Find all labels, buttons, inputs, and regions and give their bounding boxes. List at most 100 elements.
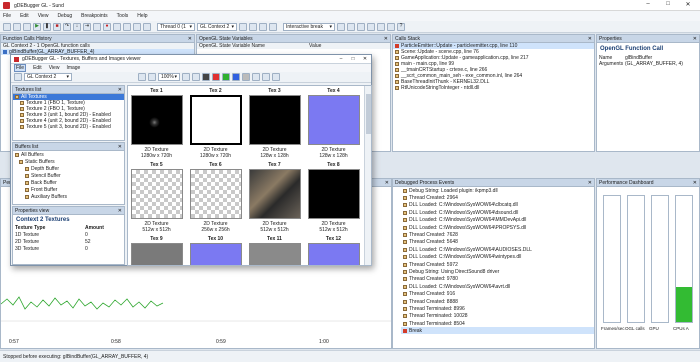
disable-icon[interactable] (357, 22, 365, 31)
textures-icon[interactable] (113, 22, 121, 31)
list-item[interactable]: DLL Loaded: C:\Windows\SysWOW64\wintypes… (401, 254, 594, 261)
texture-thumbnail[interactable]: Tex 9 (128, 236, 185, 265)
textures-toggle-icon[interactable] (387, 22, 395, 31)
fit-icon[interactable] (192, 73, 200, 81)
close-icon[interactable]: ✕ (385, 180, 389, 186)
close-button[interactable]: ✕ (680, 1, 696, 10)
list-item[interactable]: Thread Created: 8888 (401, 298, 594, 305)
grid-icon[interactable] (249, 22, 257, 31)
list-item[interactable]: DLL Loaded: C:\Windows\SysWOW64\PROPSYS.… (401, 224, 594, 231)
save-icon[interactable] (23, 22, 31, 31)
tree-item[interactable]: Front Buffer (13, 186, 124, 193)
help-icon[interactable]: ? (397, 22, 405, 31)
export-icon[interactable] (272, 73, 280, 81)
list-item[interactable]: DLL Loaded: C:\Windows\SysWOW64\MMDevApi… (401, 217, 594, 224)
play-icon[interactable]: ▶ (33, 22, 41, 31)
menu-debug[interactable]: Debug (57, 13, 72, 19)
list-item[interactable]: Thread Created: 916 (401, 290, 594, 297)
texture-thumbnail[interactable]: Tex 10 (187, 236, 244, 265)
close-icon[interactable]: ✕ (588, 180, 592, 186)
tree-item[interactable]: Auxiliary Buffers (13, 193, 124, 200)
vertical-scrollbar[interactable] (364, 86, 371, 265)
break-mode-select[interactable]: Interactive break ▾ (283, 22, 335, 31)
menu-view[interactable]: View (38, 13, 49, 19)
close-icon[interactable]: ✕ (693, 180, 697, 186)
list-item[interactable]: DLL Loaded: C:\Windows\SysWOW64\dsound.d… (401, 209, 594, 216)
close-icon[interactable]: ✕ (693, 36, 697, 42)
list-item[interactable]: Thread Terminated: 8504 (401, 320, 594, 327)
step-draw-icon[interactable]: ↓ (73, 22, 81, 31)
list-item[interactable]: Thread Created: 2964 (401, 194, 594, 201)
channel-red-icon[interactable] (212, 73, 220, 81)
close-icon[interactable]: ✕ (118, 144, 122, 150)
viewer-context-icon[interactable] (14, 73, 22, 81)
channel-green-icon[interactable] (222, 73, 230, 81)
lights-icon[interactable] (367, 22, 375, 31)
list-item[interactable]: Debug String: Loaded plugin: ikpmp3.dll (401, 187, 594, 194)
list-item[interactable]: Thread Terminated: 10028 (401, 313, 594, 320)
tree-item[interactable]: Texture 5 (unit 3, bound 2D) - Enabled (13, 124, 124, 130)
perf-icon[interactable] (269, 22, 277, 31)
statistics-icon[interactable] (143, 22, 151, 31)
list-item[interactable]: RtlUnicodeStringToInteger - ntdll.dll (393, 85, 594, 91)
raster-icon[interactable] (259, 22, 267, 31)
close-icon[interactable]: ✕ (588, 36, 592, 42)
menu-edit[interactable]: Edit (20, 13, 29, 19)
viewer-menu-view[interactable]: View (49, 65, 60, 71)
new-project-icon[interactable] (3, 22, 11, 31)
list-item[interactable]: Debug String: Using DirectSound8 driver (401, 268, 594, 275)
menu-tools[interactable]: Tools (117, 13, 129, 19)
list-item[interactable]: DLL Loaded: C:\Windows\SysWOW64\avrt.dll (401, 283, 594, 290)
list-item[interactable]: Thread Created: 5648 (401, 239, 594, 246)
viewer-minimize-button[interactable]: – (335, 56, 347, 62)
wireframe-icon[interactable] (239, 22, 247, 31)
minimize-button[interactable]: – (640, 1, 656, 10)
close-icon[interactable]: ✕ (118, 208, 122, 214)
list-item[interactable]: Thread Created: 7628 (401, 231, 594, 238)
menu-help[interactable]: Help (137, 13, 147, 19)
pause-icon[interactable]: ❚ (43, 22, 51, 31)
memory-icon[interactable] (133, 22, 141, 31)
context-select[interactable]: GL Context 2 ▾ (197, 22, 237, 31)
list-item[interactable]: Thread Created: 9780 (401, 276, 594, 283)
list-item[interactable]: Thread Terminated: 8996 (401, 305, 594, 312)
viewer-menu-image[interactable]: Image (66, 65, 80, 71)
close-icon[interactable]: ✕ (118, 87, 122, 93)
open-project-icon[interactable] (13, 22, 21, 31)
api-calls-icon[interactable] (93, 22, 101, 31)
channel-alpha-icon[interactable] (242, 73, 250, 81)
color-icon[interactable] (377, 22, 385, 31)
vbo-icon[interactable] (347, 22, 355, 31)
zoom-in-icon[interactable] (138, 73, 146, 81)
tree-item[interactable]: Static Buffers (13, 158, 124, 165)
zoom-select[interactable]: 100% ▾ (158, 73, 180, 81)
close-icon[interactable]: ✕ (188, 36, 192, 42)
thread-select[interactable]: Thread 0 (1 ▾ (157, 22, 195, 31)
list-item[interactable]: Break (401, 327, 594, 335)
stop-icon[interactable]: ■ (53, 22, 61, 31)
step-frame-icon[interactable]: ⇥ (83, 22, 91, 31)
viewer-context-select[interactable]: GL Context 2 ▾ (24, 73, 72, 81)
invert-icon[interactable] (252, 73, 260, 81)
zoom-out-icon[interactable] (148, 73, 156, 81)
list-item[interactable]: Thread Created: 5972 (401, 261, 594, 268)
menu-file[interactable]: File (3, 13, 11, 19)
texture-thumbnail[interactable]: Tex 12 (305, 236, 362, 265)
close-icon[interactable]: ✕ (384, 36, 388, 42)
tree-item[interactable]: Back Buffer (13, 179, 124, 186)
viewer-menu-file[interactable]: File (14, 64, 27, 72)
menu-breakpoints[interactable]: Breakpoints (81, 13, 107, 19)
column-header-value[interactable]: Value (309, 43, 321, 49)
maximize-button[interactable]: □ (660, 1, 676, 10)
grayscale-icon[interactable] (262, 73, 270, 81)
viewer-close-button[interactable]: ✕ (359, 56, 371, 62)
step-icon[interactable]: ↷ (63, 22, 71, 31)
scrollbar-thumb[interactable] (366, 94, 371, 134)
rotate-icon[interactable] (182, 73, 190, 81)
tree-item[interactable]: All Buffers (13, 151, 124, 158)
breakpoints-icon[interactable]: ● (103, 22, 111, 31)
list-item[interactable]: DLL Loaded: C:\Windows\SysWOW64\clbcatq.… (401, 202, 594, 209)
texture-thumbnail[interactable]: Tex 11 (246, 236, 303, 265)
tree-item[interactable]: Stencil Buffer (13, 172, 124, 179)
viewer-menu-edit[interactable]: Edit (33, 65, 42, 71)
